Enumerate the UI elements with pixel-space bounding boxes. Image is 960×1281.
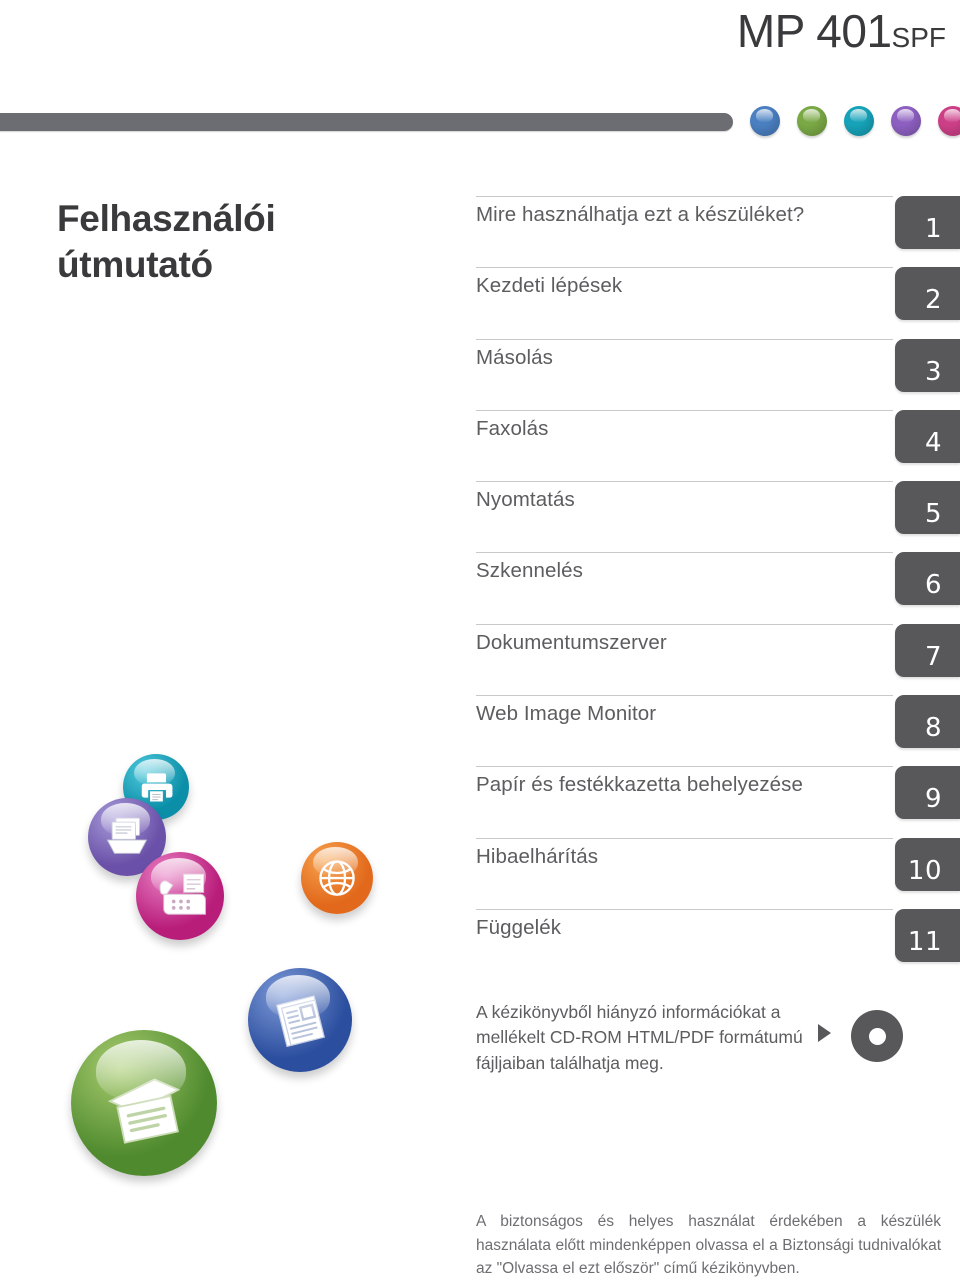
toc-chapter-tab[interactable]: 2 [895,267,960,321]
toc-separator [476,908,893,910]
toc-row[interactable]: Dokumentumszerver 7 [476,623,960,695]
cd-rom-note-text: A kézikönyvből hiányzó információkat a m… [476,1002,803,1073]
toc-separator [476,623,893,625]
fax-icon [136,852,224,940]
cd-rom-note: A kézikönyvből hiányzó információkat a m… [476,1000,946,1076]
scanner-icon [71,1030,217,1176]
toc-chapter-number: 6 [924,570,942,601]
toc-chapter-number: 8 [924,713,942,744]
toc-chapter-tab[interactable]: 1 [895,196,960,249]
toc-item-label: Kezdeti lépések [476,274,623,298]
toc-chapter-tab[interactable]: 7 [895,623,960,677]
toc-chapter-tab[interactable]: 10 [895,837,960,891]
guide-title-line1: Felhasználói [57,198,276,239]
toc-chapter-number: 5 [924,499,942,530]
globe-icon [301,842,373,914]
toc-row[interactable]: Kezdeti lépések 2 [476,267,960,338]
toc-row[interactable]: Papír és festékkazetta behelyezése 9 [476,766,960,837]
toc-item-label: Papír és festékkazetta behelyezése [476,773,804,797]
toc-item-label: Szkennelés [476,559,583,583]
toc-row[interactable]: Faxolás 4 [476,409,960,481]
dot-teal [844,106,874,136]
cd-disc-icon [851,1010,903,1062]
book-document-icon [248,968,352,1072]
safety-notice: A biztonságos és helyes használat érdeké… [476,1213,941,1278]
guide-title-line2: útmutató [57,243,213,285]
toc-chapter-number: 11 [907,926,942,957]
triangle-right-icon [818,1024,831,1042]
dot-green [797,106,827,136]
header-divider-bar [0,113,733,131]
table-of-contents: Mire használhatja ezt a készüléket? 1 Kezd… [476,196,960,980]
toc-separator [476,552,893,554]
fax-sphere [136,852,224,940]
model-name: MP 401 [736,5,892,57]
toc-chapter-number: 2 [924,285,942,316]
toc-chapter-tab[interactable]: 4 [895,409,960,463]
toc-separator [476,695,893,697]
toc-item-label: Másolás [476,345,554,369]
toc-chapter-tab[interactable]: 8 [895,695,960,749]
toc-chapter-number: 10 [907,855,942,886]
toc-item-label: Web Image Monitor [476,702,657,726]
toc-separator [476,338,893,340]
toc-item-label: Dokumentumszerver [476,630,667,654]
header-dot-row [750,106,960,136]
dot-pink [938,106,960,136]
model-suffix: SPF [891,22,946,53]
cd-disc-hole [868,1027,886,1045]
toc-chapter-number: 9 [924,784,942,815]
toc-separator [476,481,893,483]
decorative-sphere-cluster [0,730,430,1200]
toc-separator [476,267,893,269]
toc-separator [476,837,893,839]
dot-purple [891,106,921,136]
book-sphere [248,968,352,1072]
globe-sphere [301,842,373,914]
toc-chapter-number: 7 [924,641,942,672]
scanner-sphere [71,1030,217,1176]
guide-title: Felhasználói útmutató [57,196,387,288]
toc-separator [476,409,893,411]
toc-row[interactable]: Hibaelhárítás 10 [476,837,960,909]
toc-separator [476,196,893,197]
toc-item-label: Függelék [476,915,562,939]
toc-item-label: Nyomtatás [476,488,575,512]
page-title: MP 401SPF [737,4,946,58]
toc-row[interactable]: Szkennelés 6 [476,552,960,623]
toc-chapter-tab[interactable]: 3 [895,338,960,392]
toc-chapter-tab[interactable]: 5 [895,481,960,535]
toc-item-label: Mire használhatja ezt a készüléket? [476,203,805,226]
toc-chapter-tab[interactable]: 11 [895,908,960,962]
toc-row[interactable]: Web Image Monitor 8 [476,695,960,766]
dot-blue [750,106,780,136]
toc-item-label: Hibaelhárítás [476,844,599,868]
toc-chapter-number: 4 [924,427,942,458]
toc-chapter-number: 3 [924,356,942,387]
toc-chapter-number: 1 [924,214,942,244]
toc-row[interactable]: Másolás 3 [476,338,960,410]
toc-item-label: Faxolás [476,416,549,440]
toc-row[interactable]: Függelék 11 [476,908,960,980]
toc-row[interactable]: Nyomtatás 5 [476,481,960,552]
toc-chapter-tab[interactable]: 6 [895,552,960,606]
toc-chapter-tab[interactable]: 9 [895,766,960,820]
toc-row[interactable]: Mire használhatja ezt a készüléket? 1 [476,196,960,267]
toc-separator [476,766,893,768]
